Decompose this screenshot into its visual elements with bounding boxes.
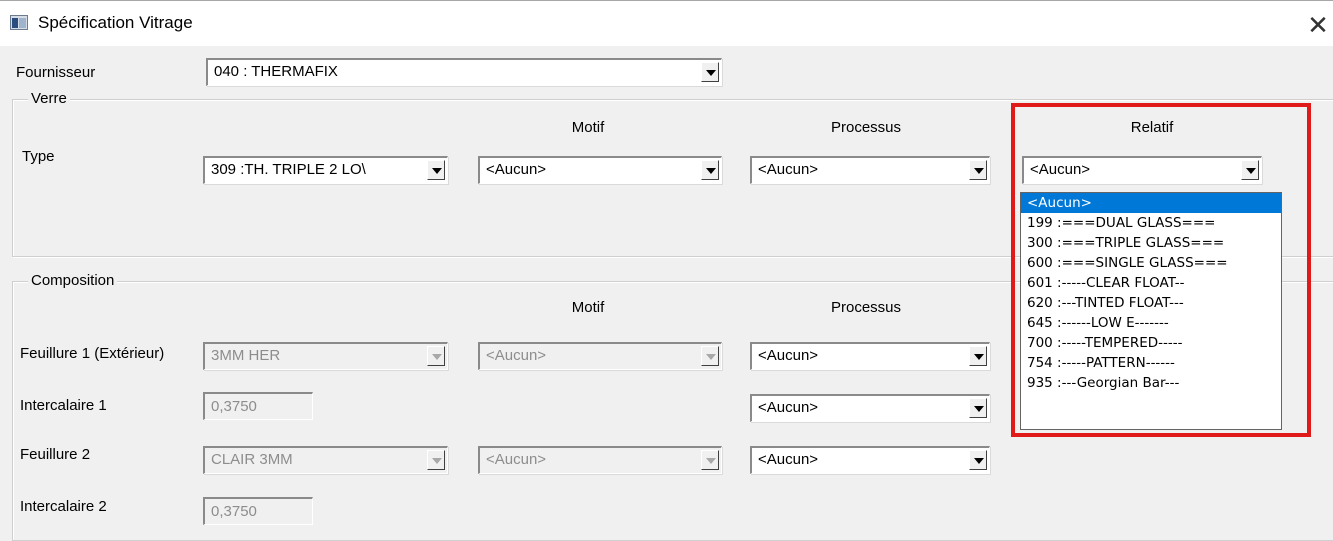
composition-group-title: Composition — [28, 272, 118, 289]
verre-type-combo[interactable]: 309 :TH. TRIPLE 2 LO\ — [203, 156, 448, 184]
feuillure2-processus-dropdown-button[interactable] — [969, 450, 987, 470]
feuillure1-processus-dropdown-button[interactable] — [969, 346, 987, 366]
feuillure1-processus-combo[interactable]: <Aucun> — [750, 342, 990, 370]
feuillure1-processus-value: <Aucun> — [758, 347, 819, 364]
verre-processus-combo[interactable]: <Aucun> — [750, 156, 990, 184]
verre-relatif-combo[interactable]: <Aucun> — [1022, 156, 1262, 184]
verre-motif-value: <Aucun> — [486, 161, 547, 178]
verre-motif-header: Motif — [571, 119, 605, 136]
chevron-down-icon — [432, 458, 442, 464]
window-title: Spécification Vitrage — [38, 13, 193, 32]
feuillure1-dropdown-button — [427, 346, 445, 366]
feuillure1-motif-dropdown-button — [701, 346, 719, 366]
verre-relatif-dropdown-button[interactable] — [1241, 160, 1259, 180]
chevron-down-icon — [706, 70, 716, 76]
feuillure2-processus-value: <Aucun> — [758, 451, 819, 468]
feuillure1-motif-value: <Aucun> — [486, 347, 547, 364]
composition-processus-header: Processus — [830, 299, 902, 316]
verre-motif-dropdown-button[interactable] — [701, 160, 719, 180]
relatif-option[interactable]: <Aucun> — [1021, 193, 1281, 213]
fournisseur-label: Fournisseur — [16, 64, 96, 81]
close-icon[interactable]: ✕ — [1303, 8, 1333, 42]
feuillure1-value: 3MM HER — [211, 347, 281, 364]
verre-motif-combo[interactable]: <Aucun> — [478, 156, 722, 184]
verre-processus-value: <Aucun> — [758, 161, 819, 178]
chevron-down-icon — [974, 354, 984, 360]
feuillure1-motif-combo: <Aucun> — [478, 342, 722, 370]
intercalaire1-label: Intercalaire 1 — [20, 397, 107, 414]
relatif-option[interactable]: 700 :-----TEMPERED----- — [1021, 333, 1281, 353]
relatif-option[interactable]: 600 :===SINGLE GLASS=== — [1021, 253, 1281, 273]
chevron-down-icon — [706, 458, 716, 464]
feuillure2-label: Feuillure 2 — [20, 446, 91, 463]
chevron-down-icon — [432, 168, 442, 174]
intercalaire1-value: 0,3750 — [211, 398, 257, 415]
feuillure2-motif-value: <Aucun> — [486, 451, 547, 468]
verre-type-value: 309 :TH. TRIPLE 2 LO\ — [211, 161, 366, 178]
verre-relatif-value: <Aucun> — [1030, 161, 1091, 178]
composition-motif-header: Motif — [571, 299, 605, 316]
intercalaire2-field: 0,3750 — [203, 497, 313, 525]
feuillure2-processus-combo[interactable]: <Aucun> — [750, 446, 990, 474]
chevron-down-icon — [432, 354, 442, 360]
verre-processus-header: Processus — [830, 119, 902, 136]
verre-relatif-header: Relatif — [1130, 119, 1174, 136]
verre-processus-dropdown-button[interactable] — [969, 160, 987, 180]
chevron-down-icon — [974, 406, 984, 412]
relatif-option[interactable]: 645 :------LOW E------- — [1021, 313, 1281, 333]
relatif-option[interactable]: 601 :-----CLEAR FLOAT-- — [1021, 273, 1281, 293]
chevron-down-icon — [974, 458, 984, 464]
feuillure2-motif-dropdown-button — [701, 450, 719, 470]
verre-group-title: Verre — [28, 90, 70, 107]
window-app-icon — [10, 15, 28, 30]
fournisseur-dropdown-button[interactable] — [701, 62, 719, 82]
verre-type-dropdown-button[interactable] — [427, 160, 445, 180]
relatif-option[interactable]: 620 :---TINTED FLOAT--- — [1021, 293, 1281, 313]
chevron-down-icon — [706, 354, 716, 360]
feuillure1-combo: 3MM HER — [203, 342, 448, 370]
intercalaire1-processus-dropdown-button[interactable] — [969, 398, 987, 418]
intercalaire1-processus-combo[interactable]: <Aucun> — [750, 394, 990, 422]
feuillure2-motif-combo: <Aucun> — [478, 446, 722, 474]
title-bar: Spécification Vitrage ✕ — [0, 0, 1333, 46]
feuillure2-value: CLAIR 3MM — [211, 451, 293, 468]
relatif-option[interactable]: 754 :-----PATTERN------ — [1021, 353, 1281, 373]
verre-type-label: Type — [22, 148, 55, 165]
relatif-option[interactable]: 300 :===TRIPLE GLASS=== — [1021, 233, 1281, 253]
relatif-option[interactable]: 935 :---Georgian Bar--- — [1021, 373, 1281, 393]
fournisseur-value: 040 : THERMAFIX — [214, 63, 338, 80]
chevron-down-icon — [706, 168, 716, 174]
intercalaire2-label: Intercalaire 2 — [20, 498, 107, 515]
intercalaire1-field: 0,3750 — [203, 392, 313, 420]
feuillure2-combo: CLAIR 3MM — [203, 446, 448, 474]
relatif-option[interactable]: 199 :===DUAL GLASS=== — [1021, 213, 1281, 233]
feuillure2-dropdown-button — [427, 450, 445, 470]
relatif-dropdown-list[interactable]: <Aucun> 199 :===DUAL GLASS=== 300 :===TR… — [1020, 192, 1282, 430]
chevron-down-icon — [1246, 168, 1256, 174]
fournisseur-combo[interactable]: 040 : THERMAFIX — [206, 58, 722, 86]
chevron-down-icon — [974, 168, 984, 174]
intercalaire2-value: 0,3750 — [211, 503, 257, 520]
feuillure1-label: Feuillure 1 (Extérieur) — [20, 345, 165, 362]
intercalaire1-processus-value: <Aucun> — [758, 399, 819, 416]
